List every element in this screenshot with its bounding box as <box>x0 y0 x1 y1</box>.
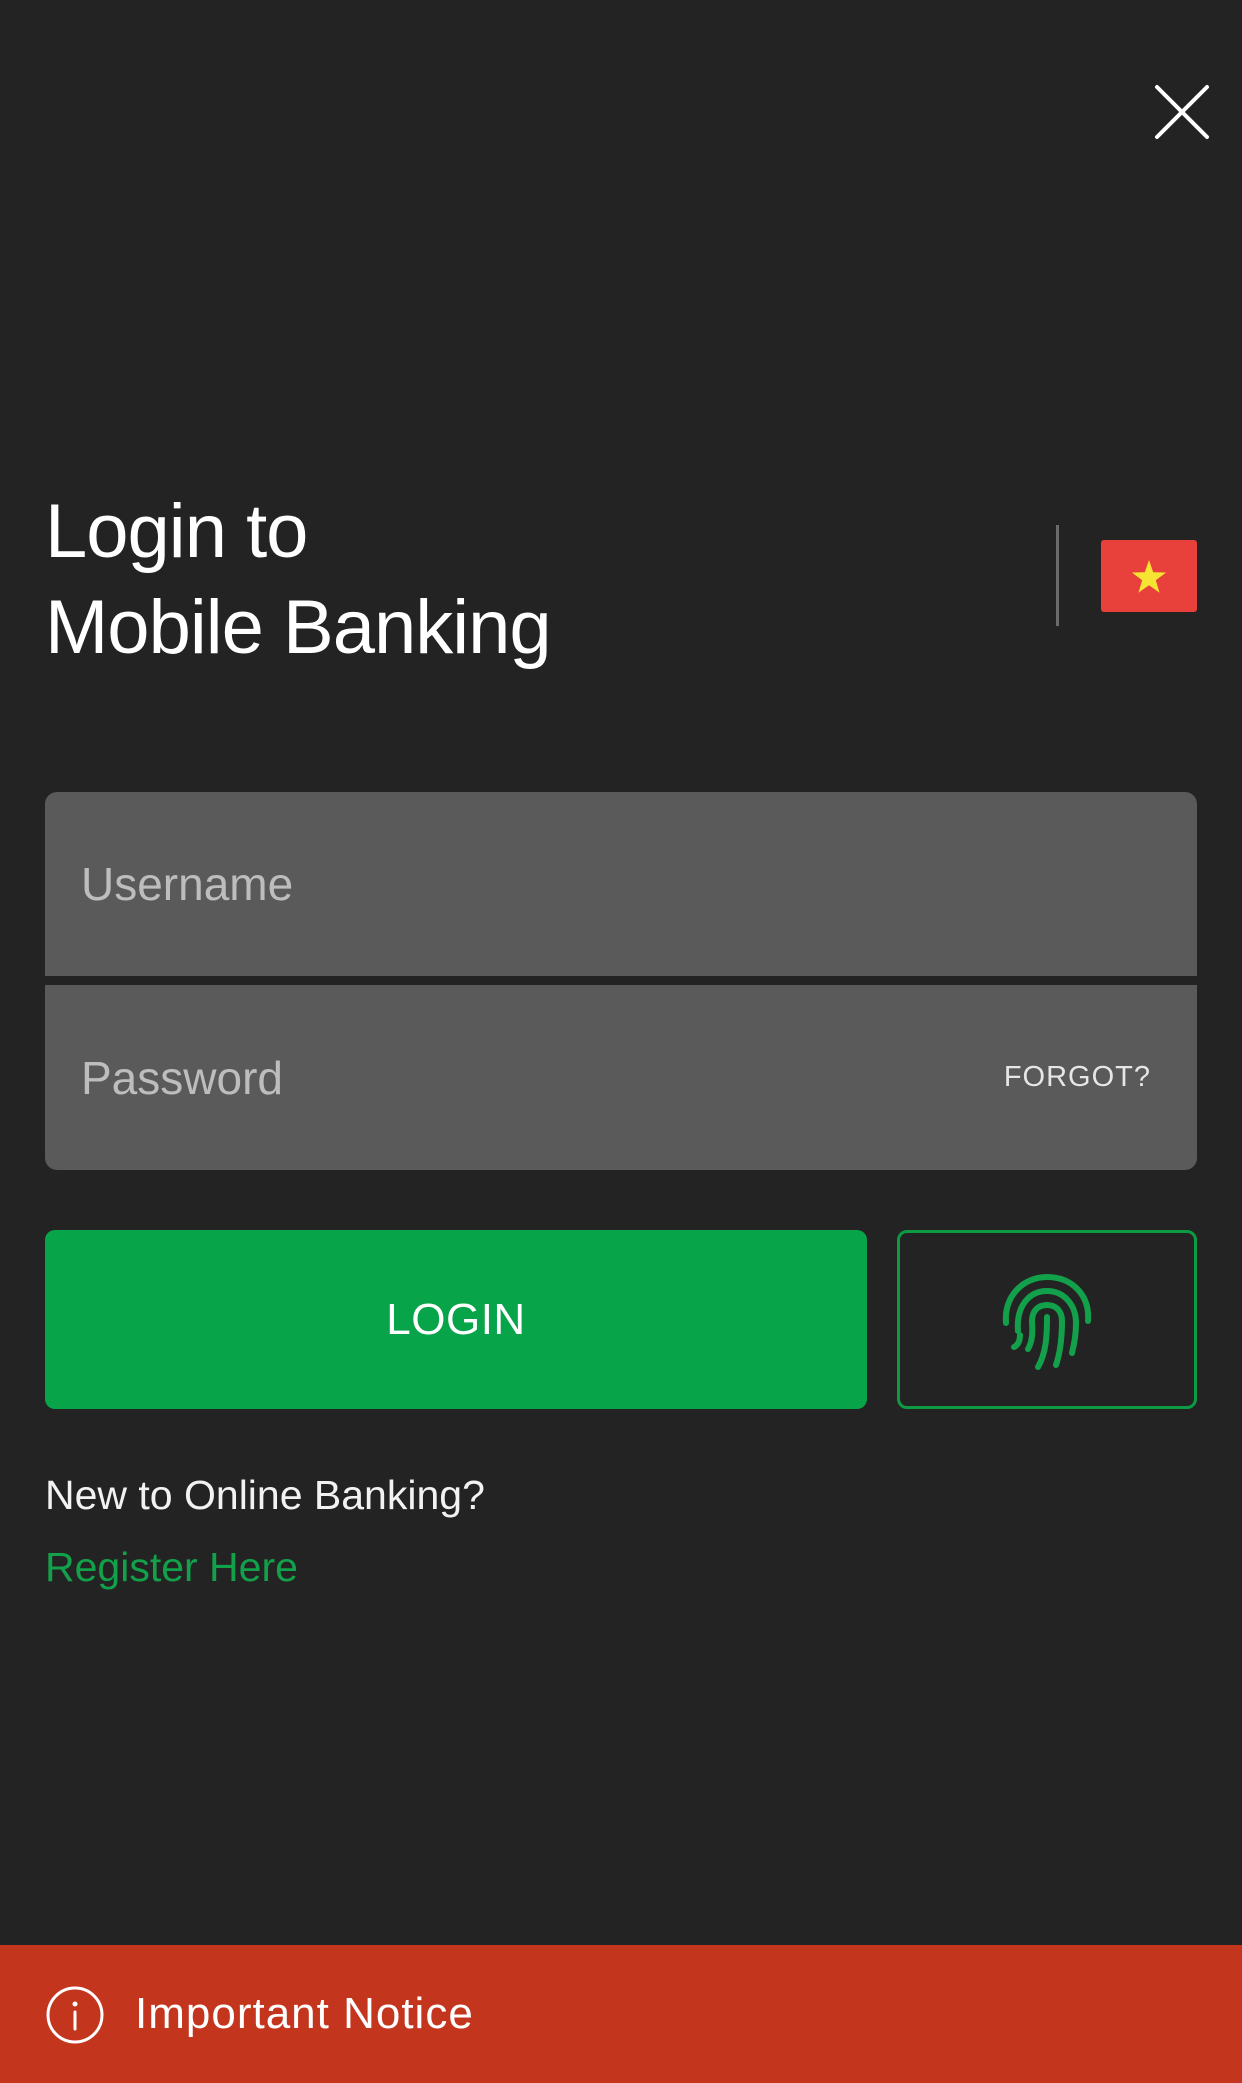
language-selector[interactable] <box>1101 540 1197 612</box>
info-icon <box>45 1985 105 2045</box>
close-icon <box>1155 85 1209 139</box>
title-line-1: Login to <box>45 489 308 574</box>
vertical-divider <box>1056 525 1059 626</box>
register-prompt: New to Online Banking? <box>45 1472 485 1518</box>
username-field[interactable] <box>45 792 1197 976</box>
password-input[interactable] <box>81 985 981 1170</box>
username-input[interactable] <box>81 792 981 976</box>
fingerprint-icon <box>1002 1273 1092 1370</box>
vietnam-flag-icon <box>1131 560 1167 593</box>
notice-label: Important Notice <box>135 1989 474 2038</box>
register-link[interactable]: Register Here <box>45 1544 298 1591</box>
forgot-password-link[interactable]: FORGOT? <box>1004 985 1151 1170</box>
page-title: Login to Mobile Banking <box>45 484 805 676</box>
important-notice-bar[interactable]: Important Notice <box>0 1945 1242 2083</box>
login-button[interactable]: LOGIN <box>45 1230 867 1409</box>
biometric-login-button[interactable] <box>897 1230 1197 1409</box>
password-field[interactable]: FORGOT? <box>45 985 1197 1170</box>
close-button[interactable] <box>1154 84 1210 140</box>
title-line-2: Mobile Banking <box>45 585 552 670</box>
